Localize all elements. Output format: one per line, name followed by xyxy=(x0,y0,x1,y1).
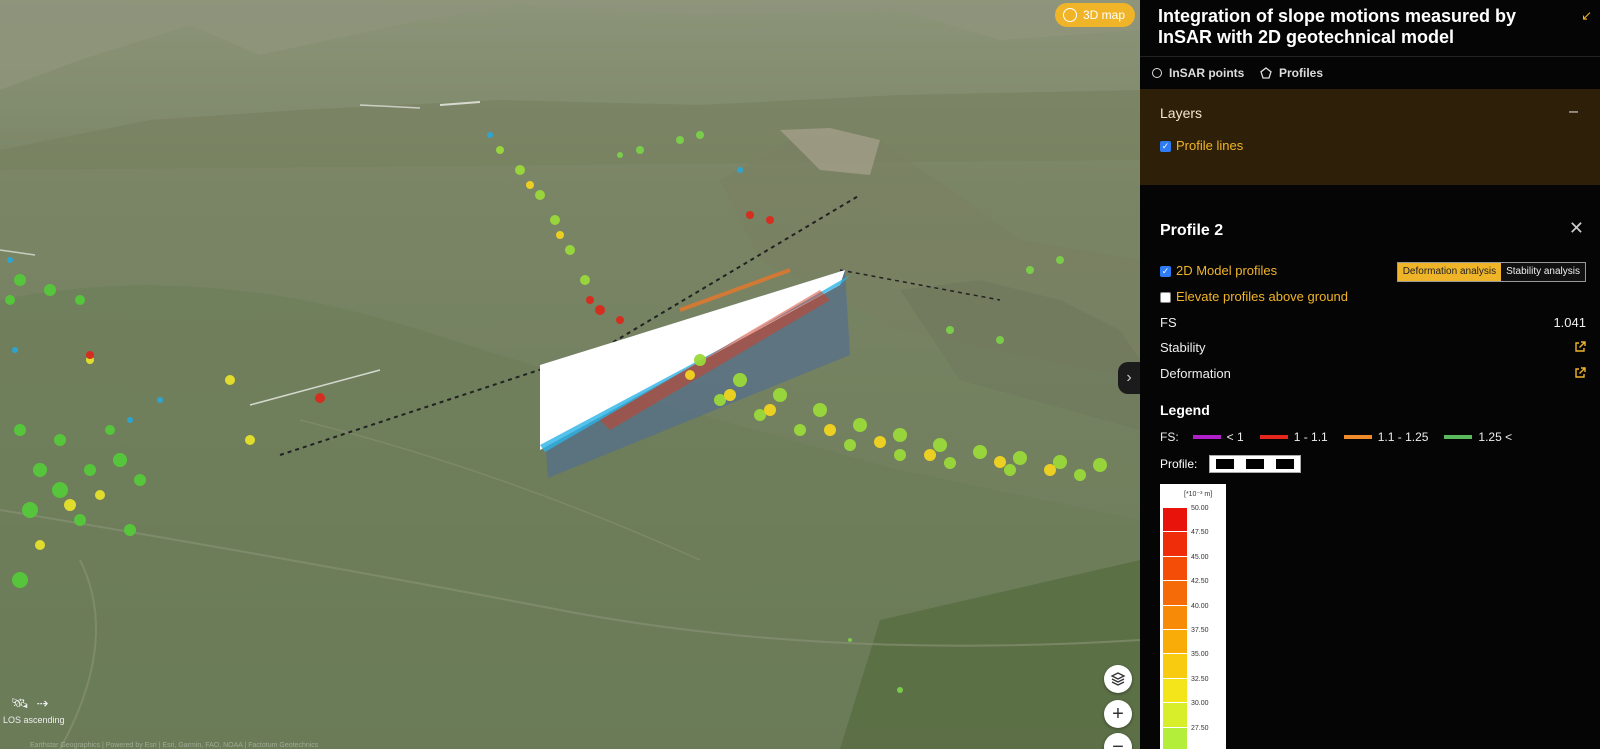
deformation-label: Deformation xyxy=(1160,366,1231,381)
stability-analysis-button[interactable]: Stability analysis xyxy=(1501,263,1585,281)
arrow-down-left-icon[interactable]: ↙ xyxy=(1581,8,1592,24)
fs-legend-label: FS: xyxy=(1160,430,1179,444)
colorbar-strip xyxy=(1163,508,1187,749)
layers-header: Layers xyxy=(1160,105,1203,121)
fs-legend-item: 1.1 - 1.25 xyxy=(1343,430,1428,444)
fs-value: 1.041 xyxy=(1553,315,1586,330)
close-icon[interactable]: ✕ xyxy=(1569,218,1584,239)
fs-legend-item: < 1 xyxy=(1192,430,1244,444)
map-view[interactable]: 3D map › + − 🛰 ⇢ LOS ascending Earthstar… xyxy=(0,0,1140,749)
tab-profiles-label: Profiles xyxy=(1279,66,1324,80)
checkbox-unchecked-icon[interactable] xyxy=(1160,292,1171,304)
fs-label: FS xyxy=(1160,315,1177,330)
panel-tabs: InSAR points Profiles xyxy=(1140,56,1600,91)
colorbar-tick-label: 50.00 xyxy=(1191,505,1209,512)
tab-insar-points-label: InSAR points xyxy=(1169,66,1245,80)
colorbar-swatch xyxy=(1163,678,1187,704)
profile-lines-label: Profile lines xyxy=(1176,138,1244,153)
colorbar-swatch xyxy=(1163,581,1187,606)
colorbar-swatch xyxy=(1163,727,1187,749)
colorbar-labels: 50.00 47.50 45.00 42.50 40.00 37.50 35.00 32.50… xyxy=(1191,505,1209,749)
colorbar-unit: [*10⁻³ m] xyxy=(1184,491,1213,498)
layers-icon xyxy=(1110,672,1126,686)
fs-legend: FS: < 1 1 - 1.1 1.1 - 1.25 1.25 < xyxy=(1160,430,1528,444)
checkbox-checked-icon[interactable]: ✓ xyxy=(1160,266,1171,278)
fs-legend-item: 1 - 1.1 xyxy=(1259,430,1328,444)
pentagon-icon xyxy=(1260,67,1272,79)
terrain-3d[interactable] xyxy=(0,0,1140,749)
side-panel: Integration of slope motions measured by… xyxy=(1140,0,1600,749)
map-attribution: Earthstar Geographics | Powered by Esri … xyxy=(30,742,319,749)
colorbar-swatch xyxy=(1163,532,1187,557)
tab-insar-points[interactable]: InSAR points xyxy=(1152,57,1244,89)
3d-map-button[interactable]: 3D map xyxy=(1055,3,1136,27)
deformation-analysis-button[interactable]: Deformation analysis xyxy=(1397,263,1502,281)
3d-map-label: 3D map xyxy=(1083,8,1126,22)
plus-icon: + xyxy=(1112,702,1124,725)
satellite-icon: 🛰 ⇢ xyxy=(11,695,51,711)
fs-legend-item: 1.25 < xyxy=(1444,430,1512,444)
layers-section: Layers – ✓ Profile lines xyxy=(1140,89,1600,185)
profile-title: Profile 2 xyxy=(1160,222,1224,239)
external-link-icon[interactable] xyxy=(1574,367,1586,379)
colorbar-swatch xyxy=(1163,703,1187,728)
profile-legend-label: Profile: xyxy=(1160,457,1198,471)
panel-title: Integration of slope motions measured by… xyxy=(1158,6,1517,47)
zoom-in-button[interactable]: + xyxy=(1104,700,1132,728)
colorbar-tick-label: 45.00 xyxy=(1191,553,1209,561)
model-profiles-label: 2D Model profiles xyxy=(1176,263,1278,278)
profile-line-swatch xyxy=(1209,455,1302,473)
colorbar-swatch xyxy=(1163,654,1187,679)
los-label: LOS ascending xyxy=(3,715,65,725)
analysis-toggle: Deformation analysis Stability analysis xyxy=(1396,262,1586,282)
colorbar-swatch xyxy=(1163,605,1187,630)
model-profiles-toggle[interactable]: ✓ 2D Model profiles xyxy=(1160,263,1277,278)
elevate-profiles-toggle[interactable]: Elevate profiles above ground xyxy=(1160,289,1348,304)
stability-label: Stability xyxy=(1160,340,1206,355)
colorbar-swatch xyxy=(1163,556,1187,582)
layers-button[interactable] xyxy=(1104,665,1132,693)
colorbar-tick-label: 27.50 xyxy=(1191,724,1209,732)
deformation-colorbar: [*10⁻³ m] 50.00 47.50 45.00 42.50 40.00 37.50… xyxy=(1160,484,1226,749)
colorbar-tick-label: 32.50 xyxy=(1191,675,1209,683)
elevate-profiles-label: Elevate profiles above ground xyxy=(1176,289,1349,304)
checkbox-checked-icon[interactable]: ✓ xyxy=(1160,141,1171,153)
colorbar-swatch xyxy=(1163,629,1187,655)
collapse-panel-button[interactable]: › xyxy=(1118,362,1140,394)
circle-icon xyxy=(1152,68,1162,78)
minus-icon: − xyxy=(1112,735,1124,749)
colorbar-tick-label: 40.00 xyxy=(1191,602,1209,610)
colorbar-swatch xyxy=(1163,508,1187,533)
external-link-icon[interactable] xyxy=(1574,341,1586,353)
tab-profiles[interactable]: Profiles xyxy=(1250,57,1334,91)
colorbar-tick-label: 35.00 xyxy=(1191,651,1209,659)
profile-lines-toggle[interactable]: ✓ Profile lines xyxy=(1160,138,1243,153)
cube-icon xyxy=(1063,8,1077,22)
los-indicator: 🛰 ⇢ LOS ascending xyxy=(3,695,65,725)
layers-collapse-button[interactable]: – xyxy=(1569,103,1578,121)
colorbar-tick-label: 42.50 xyxy=(1191,578,1209,586)
colorbar-tick-label: 30.00 xyxy=(1191,700,1209,708)
chevron-right-icon: › xyxy=(1126,369,1132,386)
colorbar-tick-label: 37.50 xyxy=(1191,626,1209,634)
profile-legend: Profile: xyxy=(1160,455,1302,473)
colorbar-tick-label: 47.50 xyxy=(1191,529,1209,537)
legend-title: Legend xyxy=(1160,402,1210,418)
